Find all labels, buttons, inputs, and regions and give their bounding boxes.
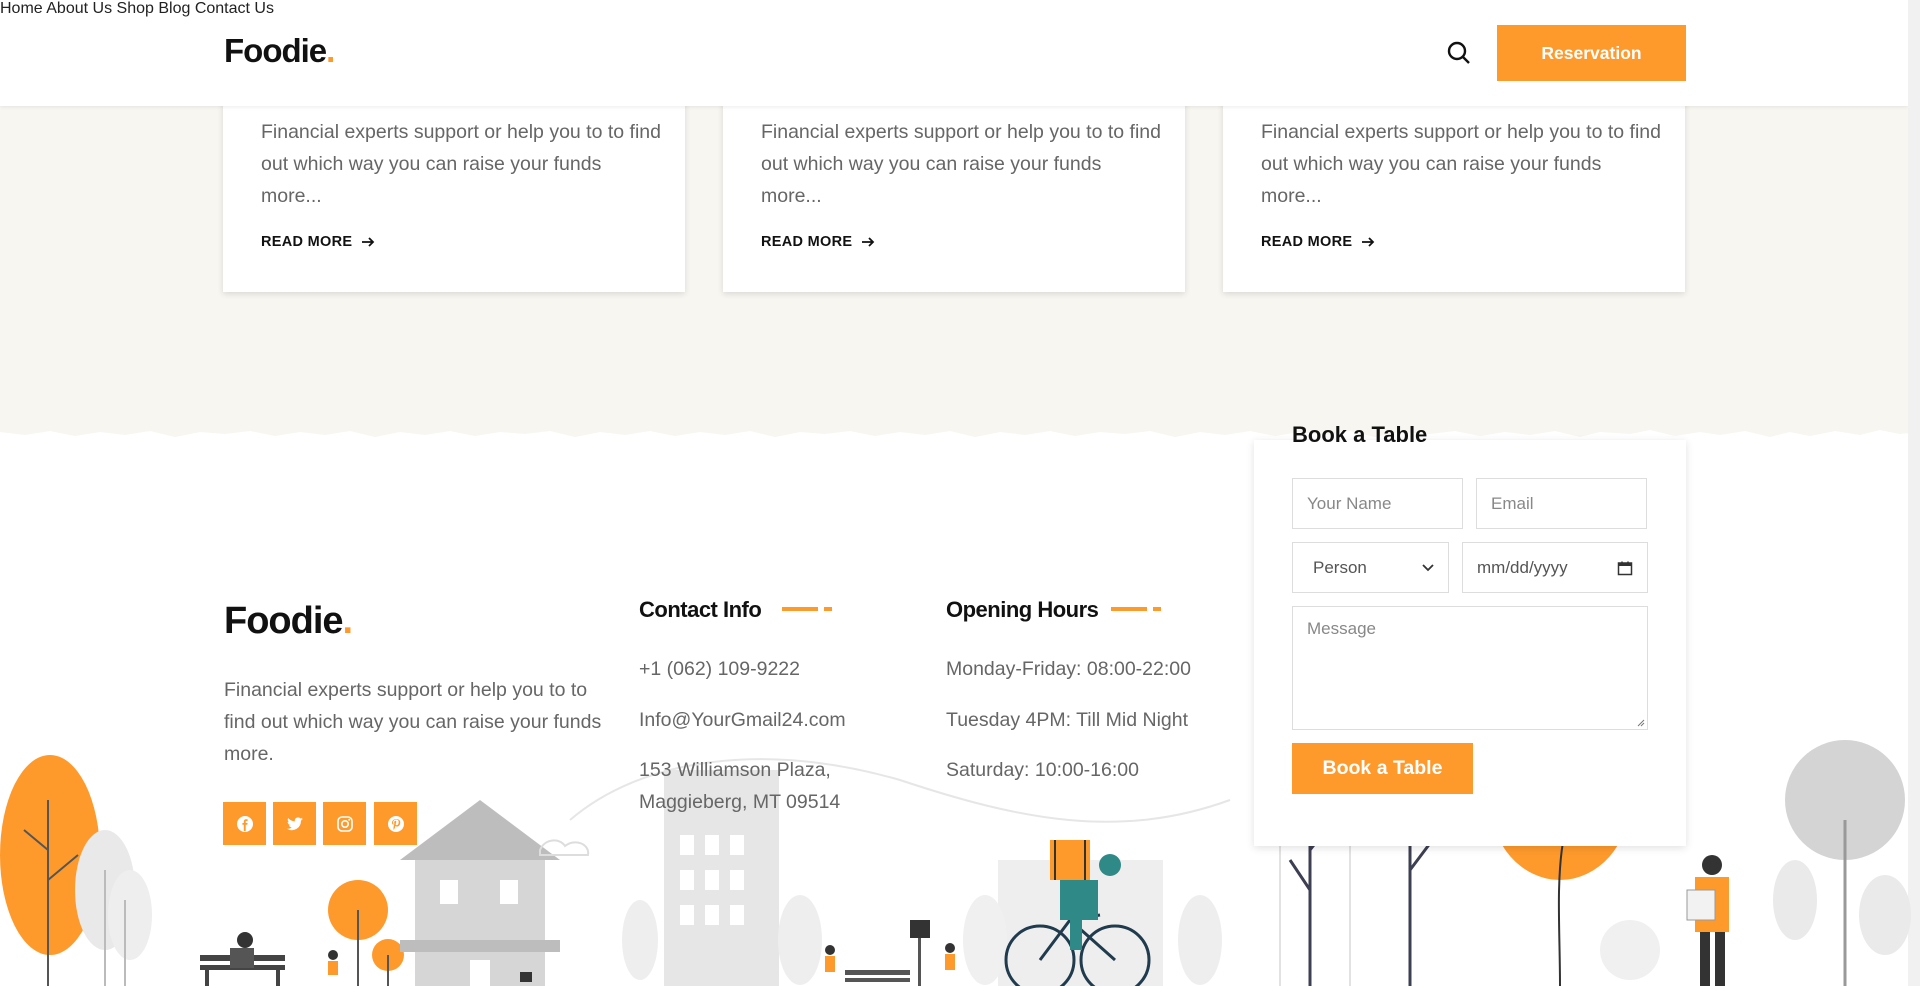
footer-logo[interactable]: Foodie. [224,600,354,643]
read-more-link[interactable]: READ MORE [261,234,376,250]
header-logo[interactable]: Foodie. [224,32,335,70]
instagram-icon[interactable] [323,802,366,845]
logo-text: Foodie [224,32,327,69]
nav-shop[interactable]: Shop [117,0,154,17]
contact-address-line1: 153 Williamson Plaza, [639,759,831,781]
date-input-value: mm/dd/yyyy [1477,557,1568,577]
read-more-link[interactable]: READ MORE [761,234,876,250]
hours-line-tuesday: Tuesday 4PM: Till Mid Night [946,709,1189,731]
contact-email[interactable]: Info@YourGmail24.com [639,704,846,736]
blog-card-excerpt: Financial experts support or help you to… [1261,121,1661,207]
nav-home[interactable]: Home [0,0,43,17]
blog-card-excerpt: Financial experts support or help you to… [761,121,1161,207]
nav-contact-us[interactable]: Contact Us [195,0,274,17]
search-icon[interactable] [1446,40,1472,66]
booking-title: Book a Table [1292,426,1428,442]
logo-dot: . [342,600,354,642]
contact-address-line2: Maggieberg, MT 09514 [639,791,841,813]
contact-info-title: Contact Info [639,597,762,622]
chevron-down-icon [1422,563,1434,571]
booking-title-clip: Book a Table [1254,426,1686,442]
read-more-link[interactable]: READ MORE [1261,234,1376,250]
message-textarea[interactable]: Message [1292,606,1648,730]
read-more-label: READ MORE [761,234,853,250]
title-underline-dash [782,607,832,611]
logo-dot: . [326,32,335,69]
footer-about-text: Financial experts support or help you to… [224,679,602,765]
nav-blog[interactable]: Blog [158,0,190,17]
title-underline-dash [1111,607,1161,611]
main-nav: Home About Us Shop Blog Contact Us [0,0,1908,18]
nav-about-us[interactable]: About Us [46,0,112,17]
site-header: Foodie. Home About Us Shop Blog Contact … [0,0,1908,106]
hours-line-weekdays: Monday-Friday: 08:00-22:00 [946,658,1191,680]
date-input[interactable]: mm/dd/yyyy [1462,542,1648,593]
message-placeholder: Message [1307,619,1376,638]
contact-phone[interactable]: +1 (062) 109-9222 [639,653,800,685]
name-input[interactable]: Your Name [1292,478,1463,529]
resize-handle-icon[interactable] [1635,717,1645,727]
read-more-label: READ MORE [1261,234,1353,250]
logo-text: Foodie [224,600,344,642]
email-input[interactable]: Email [1476,478,1647,529]
page: Financial experts support or help you to… [0,0,1920,986]
arrow-right-icon [1362,237,1375,247]
book-table-form: Book a Table Your Name Email Person mm/d… [1254,426,1686,846]
twitter-icon[interactable] [273,802,316,845]
reservation-button[interactable]: Reservation [1497,25,1686,81]
read-more-label: READ MORE [261,234,353,250]
hours-line-saturday: Saturday: 10:00-16:00 [946,759,1139,781]
person-select[interactable]: Person [1292,542,1449,593]
pinterest-icon[interactable] [374,802,417,845]
arrow-right-icon [362,237,375,247]
opening-hours-title: Opening Hours [946,597,1099,622]
facebook-icon[interactable] [223,802,266,845]
person-select-value: Person [1313,557,1367,577]
calendar-icon[interactable] [1617,560,1633,576]
arrow-right-icon [862,237,875,247]
blog-card-excerpt: Financial experts support or help you to… [261,121,661,207]
book-table-button[interactable]: Book a Table [1292,743,1473,794]
